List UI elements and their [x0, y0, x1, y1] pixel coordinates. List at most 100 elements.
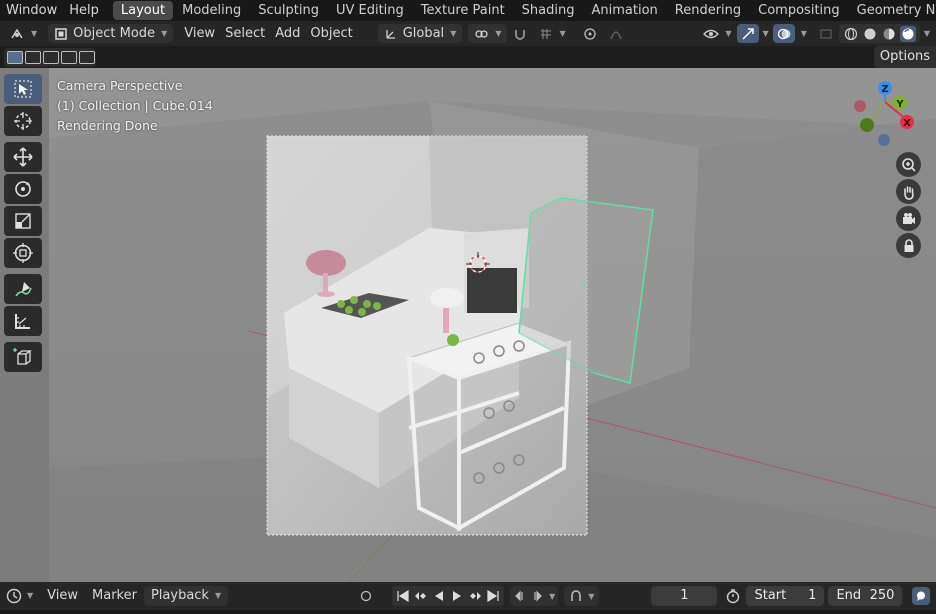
pivot-icon: [473, 26, 489, 42]
gizmo-neg-y[interactable]: [860, 118, 874, 132]
prev-frame-icon[interactable]: [513, 589, 527, 603]
next-keyframe-icon[interactable]: [467, 589, 483, 603]
playback-label: Playback: [150, 588, 209, 603]
end-frame-field[interactable]: End 250: [828, 586, 903, 606]
annotate-tool[interactable]: [4, 274, 42, 304]
hand-icon: [903, 185, 914, 200]
wireframe-shading-icon[interactable]: [843, 26, 859, 42]
viewport-header: ▼ Object Mode ▼ View Select Add Object G…: [0, 21, 936, 46]
menu-select[interactable]: Select: [220, 24, 270, 43]
menu-help[interactable]: Help: [63, 0, 105, 21]
current-frame-field[interactable]: 1: [651, 586, 718, 606]
mode-select[interactable]: Object Mode ▼: [48, 24, 174, 43]
orientation-label: Global: [402, 26, 445, 41]
jump-end-icon[interactable]: [485, 589, 501, 603]
visibility-select[interactable]: ▼: [698, 24, 736, 43]
select-box-icon: [14, 80, 32, 98]
proportional-falloff-select[interactable]: [603, 24, 629, 43]
select-mode-invert-icon[interactable]: [61, 51, 77, 64]
start-frame-field[interactable]: Start 1: [746, 586, 825, 606]
menu-object[interactable]: Object: [305, 24, 357, 43]
end-frame-label: End: [836, 588, 862, 603]
tab-uv-editing[interactable]: UV Editing: [328, 1, 412, 20]
gizmo-toggle[interactable]: [736, 24, 759, 43]
chevron-down-icon[interactable]: ▼: [924, 29, 930, 38]
editor-type-button[interactable]: ▼: [4, 24, 42, 43]
lock-camera-button[interactable]: [896, 233, 921, 258]
jump-start-icon[interactable]: [395, 589, 411, 603]
tab-texture-paint[interactable]: Texture Paint: [413, 1, 513, 20]
cursor-tool[interactable]: [4, 106, 42, 136]
material-shading-icon[interactable]: [881, 26, 897, 42]
gizmo-x-label: X: [903, 118, 911, 129]
snap-target-select[interactable]: ▼: [533, 24, 571, 43]
add-cube-tool[interactable]: [4, 342, 42, 372]
chat-bubble-icon: [917, 591, 926, 601]
next-frame-icon[interactable]: [530, 589, 544, 603]
tab-rendering[interactable]: Rendering: [667, 1, 749, 20]
select-mode-extend-icon[interactable]: [25, 51, 41, 64]
tab-geometry-nodes[interactable]: Geometry Nodes: [849, 1, 936, 20]
tab-modeling[interactable]: Modeling: [174, 1, 249, 20]
select-mode-intersect-icon[interactable]: [79, 51, 95, 64]
scale-tool[interactable]: [4, 206, 42, 236]
move-tool[interactable]: [4, 142, 42, 172]
chevron-down-icon[interactable]: ▼: [763, 29, 769, 38]
play-icon[interactable]: [449, 589, 465, 603]
pivot-point-select[interactable]: ▼: [468, 24, 507, 43]
gizmo-neg-z[interactable]: [878, 134, 890, 146]
rotate-tool[interactable]: [4, 174, 42, 204]
overlays-toggle[interactable]: [772, 24, 795, 43]
menu-add[interactable]: Add: [270, 24, 305, 43]
camera-view-button[interactable]: [896, 206, 921, 231]
prev-keyframe-icon[interactable]: [413, 589, 429, 603]
eye-icon: [703, 26, 720, 42]
snap-toggle[interactable]: [507, 24, 533, 43]
chevron-down-icon[interactable]: ▼: [801, 29, 807, 38]
menu-window[interactable]: Window: [0, 0, 63, 21]
ruler-icon: [15, 314, 30, 329]
menu-view[interactable]: View: [179, 24, 220, 43]
scale-icon: [15, 213, 31, 229]
tab-layout[interactable]: Layout: [112, 1, 174, 20]
xray-toggle[interactable]: [813, 24, 839, 43]
select-box-tool[interactable]: [4, 74, 42, 104]
annotate-icon: [15, 282, 32, 297]
select-mode-subtract-icon[interactable]: [43, 51, 59, 64]
orientation-global-icon: [383, 26, 399, 42]
gizmo-neg-x[interactable]: [854, 100, 866, 112]
tab-sculpting[interactable]: Sculpting: [250, 1, 327, 20]
transform-tool[interactable]: [4, 238, 42, 268]
viewport-collection-info: (1) Collection | Cube.014: [57, 98, 213, 113]
proportional-edit-toggle[interactable]: [577, 24, 603, 43]
tab-shading[interactable]: Shading: [514, 1, 583, 20]
lock-icon: [904, 238, 913, 252]
auto-keying-toggle[interactable]: [358, 588, 374, 604]
chevron-down-icon[interactable]: ▼: [549, 592, 555, 601]
pan-button[interactable]: [896, 179, 921, 204]
timeline-sidebar-toggle[interactable]: [912, 587, 931, 605]
play-reverse-icon[interactable]: [431, 589, 447, 603]
timeline-playback-menu[interactable]: Playback ▼: [143, 586, 229, 606]
measure-tool[interactable]: [4, 306, 42, 336]
keying-set-select[interactable]: ▼: [564, 586, 600, 606]
select-mode-new-icon[interactable]: [7, 51, 23, 64]
timeline-menu-view[interactable]: View: [40, 586, 85, 606]
solid-shading-icon[interactable]: [862, 26, 878, 42]
chevron-down-icon: ▼: [27, 591, 34, 600]
use-preview-range-toggle[interactable]: [725, 588, 741, 604]
transform-orientation-select[interactable]: Global ▼: [377, 24, 463, 43]
3d-viewport[interactable]: Z Y X: [49, 68, 936, 582]
snap-grid-icon: [538, 26, 554, 42]
tab-compositing[interactable]: Compositing: [750, 1, 848, 20]
rendered-shading-icon[interactable]: [899, 25, 916, 42]
timeline-editor-type[interactable]: ▼: [0, 586, 40, 606]
cake: [430, 288, 464, 308]
stopwatch-icon: [727, 589, 740, 604]
tab-animation[interactable]: Animation: [583, 1, 665, 20]
options-button[interactable]: Options: [874, 46, 936, 68]
zoom-button[interactable]: [896, 152, 921, 177]
timeline-menu-marker[interactable]: Marker: [85, 586, 144, 606]
cursor-icon: [14, 112, 32, 130]
keyframe-nav: ▼: [510, 586, 559, 606]
